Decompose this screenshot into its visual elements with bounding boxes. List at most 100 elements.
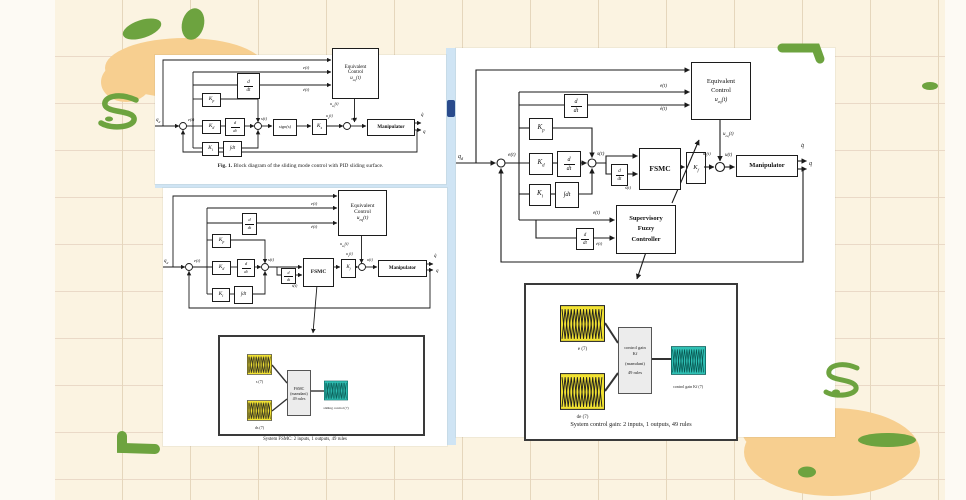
figure1-caption-text: Block diagram of the sliding mode contro… [234,163,384,169]
signal-label-us: us(t) [703,152,711,158]
manipulator-block: Manipulator [736,155,798,177]
signal-label-u: u(t) [725,153,732,158]
manipulator-block: Manipulator [378,260,427,277]
signal-label-e-sfc: e(t) [593,211,600,216]
control-gain-fuzzy-box: e (7) de (7) control gain Kf (mamdani) 4… [524,283,738,441]
figure1-page: Equivalent Control ueq(t) ddt Kp Kd ddt … [155,55,446,184]
green-dot-doodle [798,467,816,478]
derivative-block: ddt [564,94,588,118]
signal-label-u: u(t) [367,258,373,262]
signal-label-e: e(t) [194,259,200,264]
fuzzy-input1-label: s (7) [237,379,282,384]
derivative-block: ddt [237,259,255,277]
green-dash-doodle [858,433,916,447]
kp-gain-block: Kp [202,93,221,107]
fuzzy-input1-label: e (7) [560,347,605,352]
fuzzy-output-label: control gain Kf (7) [650,384,726,389]
ki-gain-block: Ki [212,288,230,302]
fsmc-fuzzy-caption: System FSMC: 2 inputs, 1 outputs, 49 rul… [163,437,447,442]
green-dot-doodle [105,117,113,122]
kp-gain-block: Kp [212,234,231,248]
signal-label-ueq: ueq(t) [340,242,348,249]
signal-label-s: s(t) [268,258,274,263]
signal-label-qdot: q̇ [434,254,437,259]
ks-gain-block: Ks [312,119,327,135]
fsmc-block: FSMC [639,148,681,190]
signal-label-edot: ė(t) [311,225,317,230]
ki-gain-block: Ki [202,142,219,156]
membership-plot-output [324,377,348,404]
derivative-block: ddt [281,268,296,284]
signal-label-qd: qd [164,259,168,266]
signal-label-e: e(t) [311,202,317,207]
derivative-block: ddt [242,213,257,235]
derivative-block: ddt [237,73,260,99]
signal-label-ueq: ueq(t) [723,132,734,139]
control-gain-fuzzy-caption: System control gain: 2 inputs, 1 outputs… [526,421,736,428]
figure1-caption-tag: Fig. 1. [218,163,233,169]
signal-label-e: e(t) [660,84,667,89]
kf-gain-block: Kf [341,259,356,278]
signal-label-qdot: q̇ [421,113,424,118]
fuzzy-output-label: sliding control (7) [308,406,364,410]
membership-plot-output [671,339,706,382]
integrator-block: ∫dt [223,141,242,157]
equivalent-control-block: Equivalent Control ueq(t) [691,62,751,120]
fsmc-block: FSMC [303,258,334,287]
left-margin-band [0,0,55,500]
signal-label-e: e(t) [508,153,516,159]
green-dot-doodle [922,82,938,90]
signal-label-e: e(t) [188,118,194,123]
kd-gain-block: Kd [202,120,221,134]
sign-function-block: sign(s) [273,119,297,136]
equivalent-control-block: Equivalent Control ueq(t) [338,190,387,236]
signal-label-q: q [423,130,426,135]
derivative-block: ddt [611,164,628,186]
membership-plot-e [560,302,605,345]
leaf-icon [120,14,164,43]
signal-label-q: q [809,161,812,167]
kd-gain-block: Kd [529,153,553,175]
leaf-icon [178,6,207,42]
fsmc-fuzzy-system-box: s (7) ds (7) FSMC (mamdani) 49 rules sli… [218,335,425,436]
fsmc-page: Equivalent Control ueq(t) ddt Kp Kd ddt … [163,188,447,446]
derivative-block: ddt [225,118,245,136]
signal-label-s: s(t) [597,152,604,158]
supervisory-fuzzy-controller-block: Supervisory Fuzzy Controller [616,205,676,254]
derivative-block: ddt [557,151,581,177]
figure1-caption: Fig. 1. Block diagram of the sliding mod… [155,163,446,169]
s-squiggle-doodle [101,96,136,127]
signal-label-qdot: q̇ [801,143,804,149]
kd-gain-block: Kd [212,261,231,275]
signal-label-edot: ė(t) [303,88,309,93]
signal-label-sdot: ṡ(t) [625,186,631,191]
signal-label-qd: qd [458,154,463,161]
right-margin-band [945,0,966,500]
whiteboard-canvas: Equivalent Control ueq(t) ddt Kp Kd ddt … [0,0,966,500]
signal-label-edot-sfc: ė(t) [596,242,602,247]
signal-label-e: e(t) [303,66,309,71]
signal-label-ueq: ueq(t) [330,102,338,109]
kp-gain-block: Kp [529,118,553,140]
signal-label-q: q [436,269,439,274]
signal-label-s: s(t) [261,117,267,122]
scrollbar-thumb[interactable] [447,100,455,117]
equivalent-control-block: Equivalent Control ueq(t) [332,48,379,99]
membership-plot-de [560,370,605,413]
supervisory-fsmc-page: Equivalent Control ueq(t) ddt Kp Kd ddt … [456,48,835,437]
equivalent-control-ueq: ueq(t) [350,76,361,83]
membership-plot-ds [247,398,272,423]
membership-plot-s [247,352,272,377]
signal-label-us: us(t) [326,114,333,121]
derivative-block: ddt [576,228,594,250]
signal-label-us: us(t) [346,252,353,259]
fuzzy-rules-block: control gain Kf (mamdani) 49 rules [618,327,652,394]
signal-label-u: u(t) [351,117,357,121]
fuzzy-input2-label: ds (7) [237,425,282,430]
signal-label-qd: qd [156,118,160,125]
signal-label-sdot: ṡ(t) [292,284,297,288]
integrator-block: ∫dt [234,286,253,304]
ki-gain-block: Ki [529,184,551,206]
signal-label-edot: ė(t) [660,107,667,112]
fuzzy-input2-label: de (7) [560,415,605,420]
